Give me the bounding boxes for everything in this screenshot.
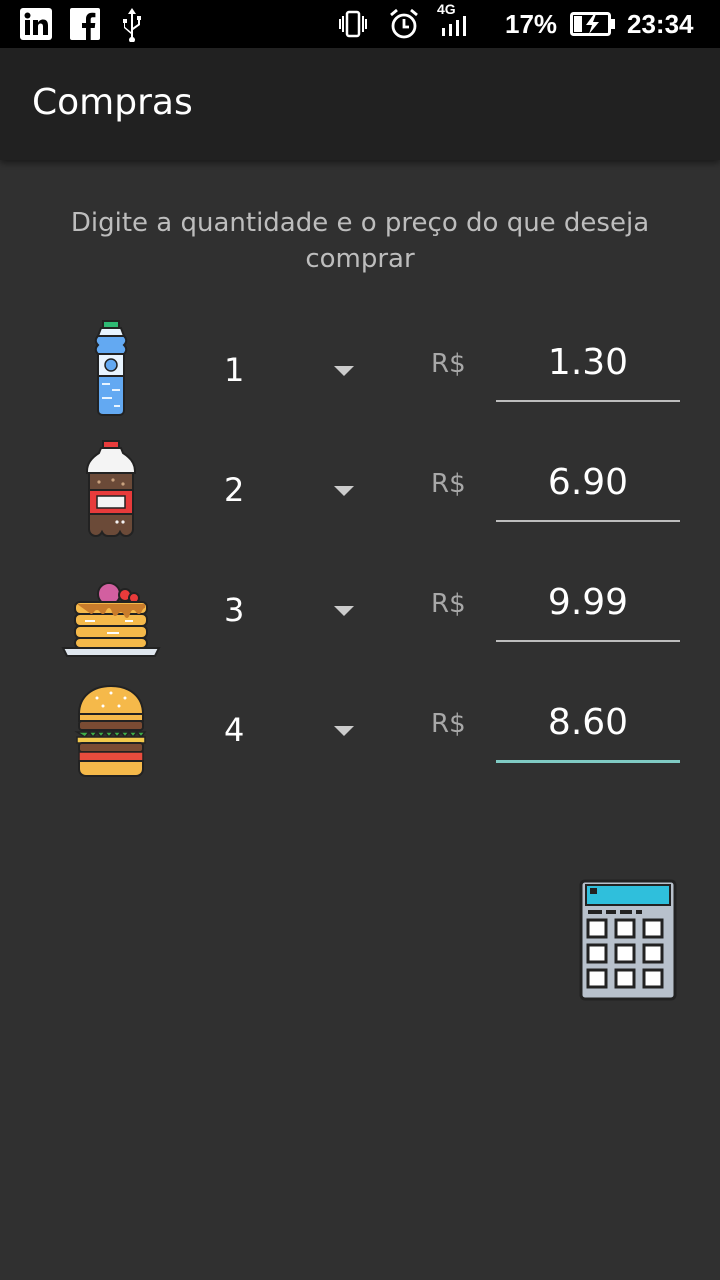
signal-icon xyxy=(442,16,466,36)
water-bottle-icon xyxy=(94,320,128,416)
price-value: 9.99 xyxy=(547,582,629,623)
currency-label: R$ xyxy=(431,709,466,739)
price-value: 8.60 xyxy=(547,702,629,743)
page-title: Compras xyxy=(32,82,193,123)
dropdown-arrow-icon xyxy=(334,606,354,616)
price-value: 6.90 xyxy=(547,462,629,503)
item-row-pancakes: 3 R$ 9.99 xyxy=(0,550,720,670)
facebook-icon xyxy=(70,8,100,40)
dropdown-arrow-icon xyxy=(334,726,354,736)
quantity-value: 3 xyxy=(224,591,245,629)
quantity-dropdown[interactable]: 3 xyxy=(210,578,370,642)
price-input[interactable]: 8.60 xyxy=(496,694,680,763)
status-bar: 4G 17% 23:34 xyxy=(0,0,720,48)
price-input[interactable]: 1.30 xyxy=(496,334,680,402)
quantity-value: 2 xyxy=(224,471,245,509)
linkedin-icon xyxy=(20,8,52,40)
quantity-dropdown[interactable]: 1 xyxy=(210,338,370,402)
dropdown-arrow-icon xyxy=(334,366,354,376)
alarm-icon xyxy=(390,8,418,39)
price-input[interactable]: 9.99 xyxy=(496,574,680,642)
pancakes-icon xyxy=(61,582,161,657)
price-input[interactable]: 6.90 xyxy=(496,454,680,522)
app-bar: Compras xyxy=(0,48,720,160)
battery-charging-icon xyxy=(570,12,615,36)
calculator-icon xyxy=(579,879,677,1001)
item-row-water: 1 R$ 1.30 xyxy=(0,310,720,430)
quantity-dropdown[interactable]: 4 xyxy=(210,698,370,762)
dropdown-arrow-icon xyxy=(334,486,354,496)
usb-icon xyxy=(123,8,141,42)
currency-label: R$ xyxy=(431,589,466,619)
burger-icon xyxy=(74,684,147,777)
vibrate-icon xyxy=(339,10,367,38)
soda-bottle-icon xyxy=(86,440,136,538)
currency-label: R$ xyxy=(431,349,466,379)
battery-percent: 17% xyxy=(505,9,558,39)
clock: 23:34 xyxy=(627,9,694,39)
quantity-value: 1 xyxy=(224,351,245,389)
item-row-burger: 4 R$ 8.60 xyxy=(0,670,720,790)
instructions-text: Digite a quantidade e o preço do que des… xyxy=(70,208,650,274)
quantity-value: 4 xyxy=(224,711,245,749)
item-row-soda: 2 R$ 6.90 xyxy=(0,430,720,550)
price-value: 1.30 xyxy=(547,342,629,383)
currency-label: R$ xyxy=(431,469,466,499)
calculate-button[interactable] xyxy=(578,878,678,1002)
quantity-dropdown[interactable]: 2 xyxy=(210,458,370,522)
